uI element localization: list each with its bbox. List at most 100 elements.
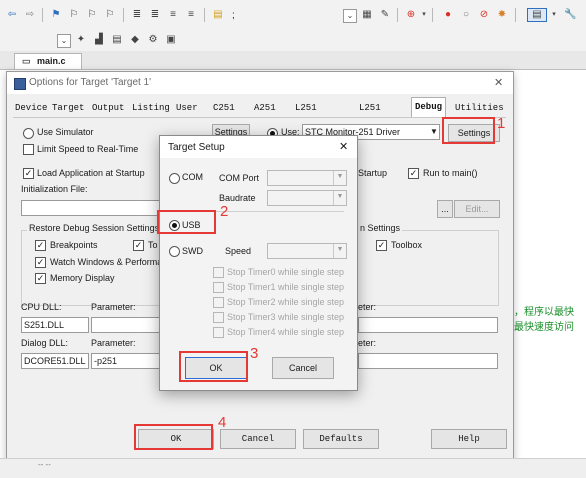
chevron-down-icon[interactable]: ▾ bbox=[418, 9, 430, 21]
comment-icon[interactable]: ≡ bbox=[167, 9, 179, 21]
stop-timer1-label: Stop Timer1 while single step bbox=[227, 282, 345, 292]
chevron-down-icon: ▼ bbox=[333, 191, 346, 205]
tab-c251[interactable]: C251 bbox=[213, 100, 235, 116]
tab-a251[interactable]: A251 bbox=[254, 100, 276, 116]
highlight-settings-box bbox=[442, 117, 495, 144]
image-icon[interactable]: ▣ bbox=[165, 34, 177, 46]
run-to-main-checkbox[interactable]: ✓ bbox=[408, 168, 419, 179]
tab-output[interactable]: Output bbox=[92, 100, 124, 116]
stop-timer4-checkbox[interactable] bbox=[213, 327, 224, 338]
step-number-1: 1 bbox=[497, 115, 506, 132]
toolbox-label: Toolbox bbox=[391, 240, 423, 250]
breakpoints-checkbox[interactable]: ✓ bbox=[35, 240, 46, 251]
stop-timer2-checkbox[interactable] bbox=[213, 297, 224, 308]
cancel-button[interactable]: Cancel bbox=[220, 429, 296, 449]
dropdown-icon[interactable]: ⌄ bbox=[343, 9, 357, 23]
kill-breakpoints-icon[interactable]: ✸ bbox=[496, 9, 508, 21]
tab-utilities[interactable]: Utilities bbox=[455, 100, 504, 116]
layout-icon[interactable]: ▤ bbox=[111, 34, 123, 46]
bookmark-icon[interactable]: ⚑ bbox=[50, 9, 62, 21]
startup-label-right: Startup bbox=[358, 168, 388, 178]
next-bookmark-icon[interactable]: ⚐ bbox=[86, 9, 98, 21]
highlight-options-ok-box bbox=[134, 424, 213, 450]
defaults-button[interactable]: Defaults bbox=[303, 429, 379, 449]
help-button[interactable]: Help bbox=[431, 429, 507, 449]
insert-icon[interactable]: ▟ bbox=[93, 34, 105, 46]
watch-windows-checkbox[interactable]: ✓ bbox=[35, 257, 46, 268]
parameter-field-right-2[interactable] bbox=[358, 353, 498, 369]
tab-debug[interactable]: Debug bbox=[411, 97, 447, 117]
tools-icon[interactable]: 🔧 bbox=[564, 9, 576, 21]
cpu-dll-field[interactable]: S251.DLL bbox=[21, 317, 89, 333]
chevron-down-icon: ▼ bbox=[333, 171, 346, 185]
edit-button[interactable]: Edit... bbox=[454, 200, 500, 218]
circle-icon[interactable]: ○ bbox=[460, 9, 472, 21]
open-file-icon[interactable]: ▤ bbox=[212, 9, 224, 21]
stop-timer0-checkbox[interactable] bbox=[213, 267, 224, 278]
clear-bookmarks-icon[interactable]: ⚐ bbox=[104, 9, 116, 21]
toolbar-separator bbox=[515, 8, 516, 22]
stop-timer3-label: Stop Timer3 while single step bbox=[227, 312, 345, 322]
diamond-icon[interactable]: ◆ bbox=[129, 34, 141, 46]
stop-timer1-checkbox[interactable] bbox=[213, 282, 224, 293]
parameter-field-right[interactable] bbox=[358, 317, 498, 333]
com-port-select[interactable]: ▼ bbox=[267, 170, 347, 186]
toolbox-left-checkbox[interactable]: ✓ bbox=[133, 240, 144, 251]
tab-l251-locate[interactable]: L251 Locate bbox=[295, 100, 327, 129]
speed-select[interactable]: ▼ bbox=[267, 243, 347, 259]
uncomment-icon[interactable]: ≡ bbox=[185, 9, 197, 21]
browse-button[interactable]: ... bbox=[437, 200, 453, 218]
breakpoint-clear-icon[interactable]: ⊘ bbox=[478, 9, 490, 21]
tab-l251-misc[interactable]: L251 Misc bbox=[359, 100, 381, 129]
debug-start-icon[interactable]: ● bbox=[442, 9, 454, 21]
limit-speed-checkbox[interactable] bbox=[23, 144, 34, 155]
parameter-label-right: eter: bbox=[358, 302, 377, 312]
back-arrow-icon[interactable]: ⇦ bbox=[6, 9, 18, 21]
stop-timer3-checkbox[interactable] bbox=[213, 312, 224, 323]
memory-display-checkbox[interactable]: ✓ bbox=[35, 273, 46, 284]
tab-device[interactable]: Device bbox=[15, 100, 47, 116]
load-app-checkbox[interactable]: ✓ bbox=[23, 168, 34, 179]
tab-target[interactable]: Target bbox=[52, 100, 84, 116]
wand-icon[interactable]: ✎ bbox=[379, 9, 391, 21]
close-icon[interactable]: ✕ bbox=[339, 140, 348, 153]
wand-icon[interactable]: ✦ bbox=[75, 34, 87, 46]
editor-line: 最快速度访问 bbox=[514, 322, 574, 333]
file-icon: ▭ bbox=[22, 56, 31, 66]
main-toolbar: ⇦ ⇨ ⚑ ⚐ ⚐ ⚐ ≣ ≣ ≡ ≡ ▤ ; ⌄ ▦ ✎ ⊕ ▾ ● ○ ⊘ … bbox=[0, 0, 586, 31]
search-icon[interactable]: ⊕ bbox=[405, 9, 417, 21]
dialog-title-bar: Options for Target 'Target 1' ✕ bbox=[7, 72, 513, 94]
dialog-title: Options for Target 'Target 1' bbox=[29, 77, 152, 88]
chevron-down-icon[interactable]: ▾ bbox=[548, 9, 560, 21]
close-icon[interactable]: ✕ bbox=[494, 76, 503, 89]
toolbox-checkbox[interactable]: ✓ bbox=[376, 240, 387, 251]
build-icon[interactable]: ▦ bbox=[361, 9, 373, 21]
dropdown-icon[interactable]: ⌄ bbox=[57, 34, 71, 48]
toolbar-separator bbox=[397, 8, 398, 22]
restore-group-title: Restore Debug Session Settings bbox=[27, 223, 162, 233]
status-text: -- -- bbox=[38, 460, 51, 469]
chevron-down-icon: ▼ bbox=[430, 127, 438, 136]
dialog-dll-field[interactable]: DCORE51.DLL bbox=[21, 353, 89, 369]
com-radio[interactable] bbox=[169, 173, 180, 184]
swd-label: SWD bbox=[182, 246, 203, 256]
baudrate-label: Baudrate bbox=[219, 193, 256, 203]
baudrate-select[interactable]: ▼ bbox=[267, 190, 347, 206]
prev-bookmark-icon[interactable]: ⚐ bbox=[68, 9, 80, 21]
view-windows-icon[interactable]: ▤ bbox=[527, 8, 547, 22]
tab-listing[interactable]: Listing bbox=[132, 100, 170, 116]
parameter-label-right-2: eter: bbox=[358, 338, 377, 348]
status-bar: -- -- bbox=[0, 458, 586, 478]
secondary-toolbar: ⌄ ✦ ▟ ▤ ◆ ⚙ ▣ bbox=[0, 31, 586, 52]
use-simulator-radio[interactable] bbox=[23, 128, 34, 139]
forward-arrow-icon[interactable]: ⇨ bbox=[24, 9, 36, 21]
unindent-icon[interactable]: ≣ bbox=[149, 9, 161, 21]
indent-icon[interactable]: ≣ bbox=[131, 9, 143, 21]
target-setup-cancel-button[interactable]: Cancel bbox=[272, 357, 334, 379]
tab-user[interactable]: User bbox=[176, 100, 198, 116]
swd-radio[interactable] bbox=[169, 246, 180, 257]
gear-icon[interactable]: ⚙ bbox=[147, 34, 159, 46]
limit-speed-label: Limit Speed to Real-Time bbox=[37, 144, 139, 154]
toolbar-separator bbox=[204, 8, 205, 22]
tab-main-c[interactable]: ▭ main.c bbox=[14, 53, 82, 69]
